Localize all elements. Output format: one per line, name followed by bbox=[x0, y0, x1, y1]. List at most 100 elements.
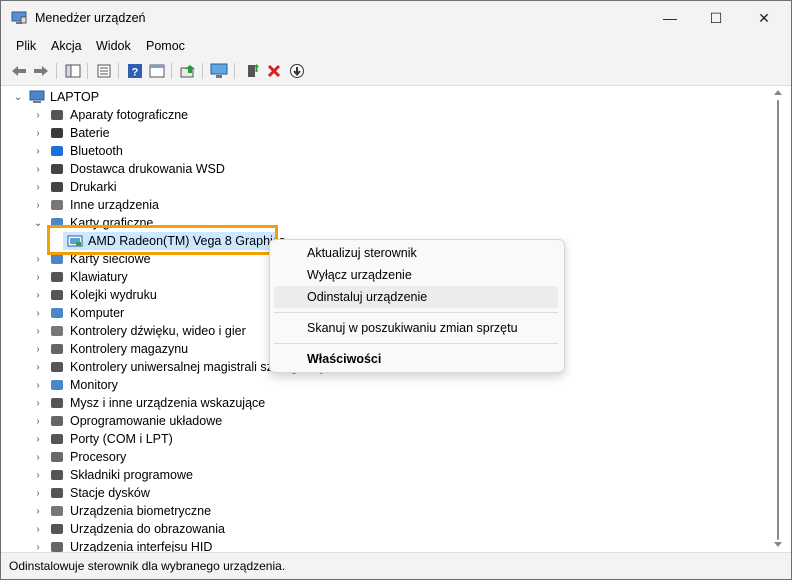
chevron-right-icon[interactable]: › bbox=[33, 326, 43, 337]
view-window-icon[interactable] bbox=[148, 62, 166, 80]
disk-drive-icon bbox=[51, 488, 63, 498]
chevron-right-icon[interactable]: › bbox=[33, 380, 43, 391]
chevron-right-icon[interactable]: › bbox=[33, 416, 43, 427]
tree-category-label: Mysz i inne urządzenia wskazujące bbox=[70, 396, 266, 410]
status-text: Odinstalowuje sterownik dla wybranego ur… bbox=[9, 559, 286, 573]
chevron-right-icon[interactable]: › bbox=[33, 308, 43, 319]
chevron-right-icon[interactable]: › bbox=[33, 344, 43, 355]
svg-text:?: ? bbox=[132, 67, 139, 79]
chevron-right-icon[interactable]: › bbox=[33, 542, 43, 553]
chevron-right-icon[interactable]: › bbox=[33, 506, 43, 517]
device-manager-window: Menedżer urządzeń — ☐ ✕ Plik Akcja Widok… bbox=[0, 0, 792, 580]
minimize-button[interactable]: — bbox=[647, 1, 693, 35]
help-icon[interactable]: ? bbox=[126, 62, 144, 80]
toolbar-separator bbox=[234, 63, 235, 79]
vertical-scrollbar[interactable] bbox=[771, 86, 785, 552]
chevron-right-icon[interactable]: › bbox=[33, 146, 43, 157]
software-component-icon bbox=[51, 470, 63, 480]
tree-category-label: Oprogramowanie układowe bbox=[70, 414, 223, 428]
chevron-right-icon[interactable]: › bbox=[33, 362, 43, 373]
mouse-icon bbox=[51, 398, 63, 408]
tree-category-label: Komputer bbox=[70, 306, 125, 320]
close-button[interactable]: ✕ bbox=[741, 1, 787, 35]
tree-category-label: Urządzenia biometryczne bbox=[70, 504, 212, 518]
hid-device-icon bbox=[51, 542, 63, 552]
usb-controller-icon bbox=[51, 362, 63, 372]
properties-sheet-icon[interactable] bbox=[95, 62, 113, 80]
chevron-right-icon[interactable]: › bbox=[33, 200, 43, 211]
tree-category-label: Inne urządzenia bbox=[70, 198, 159, 212]
back-arrow-icon[interactable] bbox=[10, 62, 28, 80]
chevron-right-icon[interactable]: › bbox=[33, 470, 43, 481]
maximize-button[interactable]: ☐ bbox=[693, 1, 739, 35]
printer-icon bbox=[51, 164, 63, 174]
chevron-right-icon[interactable]: › bbox=[33, 290, 43, 301]
toolbar-separator bbox=[171, 63, 172, 79]
menu-file[interactable]: Plik bbox=[16, 39, 36, 53]
tree-category-label: Kolejki wydruku bbox=[70, 288, 157, 302]
menu-view[interactable]: Widok bbox=[96, 39, 131, 53]
window-title: Menedżer urządzeń bbox=[35, 11, 146, 25]
processor-icon bbox=[51, 452, 63, 462]
tree-category-label: Urządzenia interfejsu HID bbox=[70, 540, 213, 552]
context-update-driver[interactable]: Aktualizuj sterownik bbox=[274, 242, 558, 264]
enable-device-icon[interactable] bbox=[244, 62, 262, 80]
chevron-down-icon[interactable]: ⌄ bbox=[13, 92, 23, 103]
chevron-right-icon[interactable]: › bbox=[33, 128, 43, 139]
chevron-down-icon[interactable]: ⌄ bbox=[33, 218, 43, 229]
tree-category-label: Procesory bbox=[70, 450, 127, 464]
bluetooth-icon bbox=[51, 146, 63, 156]
port-icon bbox=[51, 434, 63, 444]
title-bar: Menedżer urządzeń — ☐ ✕ bbox=[1, 1, 791, 35]
chevron-right-icon[interactable]: › bbox=[33, 434, 43, 445]
chevron-right-icon[interactable]: › bbox=[33, 398, 43, 409]
toolbar: ? bbox=[1, 57, 791, 86]
context-uninstall-device[interactable]: Odinstaluj urządzenie bbox=[274, 286, 558, 308]
scroll-up-arrow-icon[interactable] bbox=[774, 90, 782, 95]
menu-bar: Plik Akcja Widok Pomoc bbox=[1, 35, 791, 57]
menu-action[interactable]: Akcja bbox=[51, 39, 82, 53]
chevron-right-icon[interactable]: › bbox=[33, 164, 43, 175]
firmware-icon bbox=[51, 416, 63, 426]
chevron-right-icon[interactable]: › bbox=[33, 524, 43, 535]
tree-category-label: Kontrolery dźwięku, wideo i gier bbox=[70, 324, 246, 338]
tree-category-label: Baterie bbox=[70, 126, 110, 140]
scan-hardware-changes-icon[interactable] bbox=[210, 62, 228, 80]
printer-icon bbox=[51, 182, 63, 192]
tree-category-label: Stacje dysków bbox=[70, 486, 150, 500]
highlight-annotation bbox=[47, 225, 278, 255]
tree-category-label: Porty (COM i LPT) bbox=[70, 432, 173, 446]
chevron-right-icon[interactable]: › bbox=[33, 182, 43, 193]
tree-category-label: Monitory bbox=[70, 378, 118, 392]
toolbar-separator bbox=[56, 63, 57, 79]
menu-help[interactable]: Pomoc bbox=[146, 39, 185, 53]
chevron-right-icon[interactable]: › bbox=[33, 272, 43, 283]
show-hide-console-tree-icon[interactable] bbox=[64, 62, 82, 80]
monitor-icon bbox=[51, 380, 63, 390]
tree-category-label: Urządzenia do obrazowania bbox=[70, 522, 225, 536]
uninstall-device-icon[interactable] bbox=[265, 62, 283, 80]
chevron-right-icon[interactable]: › bbox=[33, 110, 43, 121]
chevron-right-icon[interactable]: › bbox=[33, 452, 43, 463]
chevron-right-icon[interactable]: › bbox=[33, 254, 43, 265]
computer-icon bbox=[51, 308, 63, 318]
audio-device-icon bbox=[51, 326, 63, 336]
imaging-device-icon bbox=[51, 524, 63, 534]
chevron-right-icon[interactable]: › bbox=[33, 488, 43, 499]
context-menu: Aktualizuj sterownik Wyłącz urządzenie O… bbox=[269, 239, 565, 373]
toolbar-separator bbox=[87, 63, 88, 79]
camera-icon bbox=[51, 110, 63, 120]
disable-device-icon[interactable] bbox=[288, 62, 306, 80]
tree-category-label: Dostawca drukowania WSD bbox=[70, 162, 225, 176]
forward-arrow-icon[interactable] bbox=[32, 62, 50, 80]
unknown-device-icon bbox=[51, 200, 63, 210]
scroll-down-arrow-icon[interactable] bbox=[774, 542, 782, 547]
status-bar: Odinstalowuje sterownik dla wybranego ur… bbox=[1, 552, 791, 579]
print-queue-icon bbox=[51, 290, 63, 300]
context-disable-device[interactable]: Wyłącz urządzenie bbox=[274, 264, 558, 286]
scrollbar-thumb[interactable] bbox=[777, 100, 779, 540]
context-scan-hardware[interactable]: Skanuj w poszukiwaniu zmian sprzętu bbox=[274, 317, 558, 339]
update-driver-icon[interactable] bbox=[179, 62, 197, 80]
context-properties[interactable]: Właściwości bbox=[274, 348, 558, 370]
toolbar-separator bbox=[118, 63, 119, 79]
